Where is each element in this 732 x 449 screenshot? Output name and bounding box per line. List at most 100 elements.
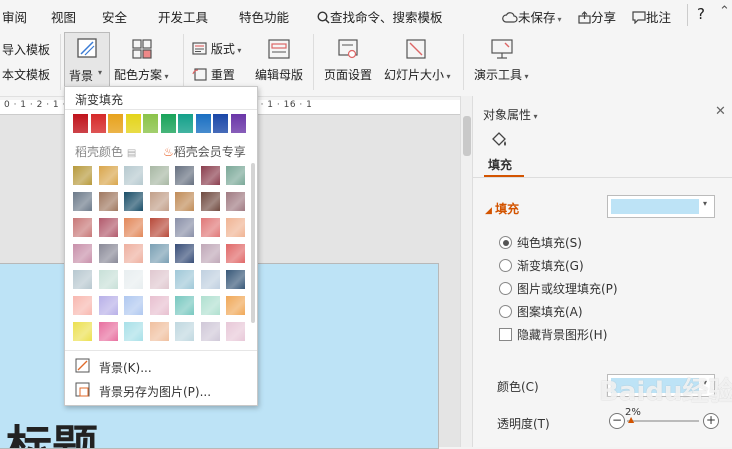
- texture-swatch[interactable]: [73, 218, 92, 237]
- radio-button[interactable]: [499, 236, 512, 249]
- texture-swatch[interactable]: [73, 270, 92, 289]
- texture-swatch[interactable]: [175, 192, 194, 211]
- panel-title[interactable]: 对象属性 ▾: [483, 106, 538, 123]
- transparency-decrease-button[interactable]: −: [609, 413, 625, 429]
- texture-swatch[interactable]: [124, 166, 143, 185]
- scrollbar-thumb[interactable]: [463, 116, 471, 156]
- menu-developer[interactable]: 开发工具: [158, 7, 208, 26]
- texture-swatch[interactable]: [175, 322, 194, 341]
- texture-swatch[interactable]: [149, 218, 169, 237]
- texture-swatch[interactable]: [200, 218, 220, 237]
- texture-swatch[interactable]: [226, 192, 245, 211]
- section-fill-header[interactable]: ◢ 填充: [485, 200, 519, 217]
- radio-button[interactable]: [499, 259, 512, 272]
- texture-swatch[interactable]: [98, 296, 118, 315]
- tab-fill[interactable]: 填充: [488, 156, 512, 173]
- texture-swatch[interactable]: [200, 166, 220, 185]
- texture-swatch[interactable]: [124, 270, 143, 289]
- texture-swatch[interactable]: [175, 244, 194, 263]
- present-tools-icon[interactable]: [490, 38, 514, 60]
- menu-item-background[interactable]: 背景(K)...: [65, 355, 257, 377]
- texture-swatch[interactable]: [226, 244, 245, 263]
- texture-swatch[interactable]: [226, 270, 245, 289]
- texture-swatch[interactable]: [200, 296, 220, 315]
- radio-button[interactable]: [499, 282, 512, 295]
- hide-bg-checkbox[interactable]: 隐藏背景图形(H): [499, 326, 607, 343]
- radio-gradient-fill[interactable]: 渐变填充(G): [499, 257, 584, 274]
- comment-button[interactable]: 批注: [632, 7, 671, 26]
- fill-bucket-icon[interactable]: [489, 130, 509, 150]
- color-scheme-button[interactable]: 配色方案 ▾: [114, 66, 169, 83]
- texture-swatch[interactable]: [124, 322, 143, 341]
- fill-color-dropdown[interactable]: ▾: [607, 195, 715, 218]
- import-template-button[interactable]: 导入模板: [2, 41, 50, 58]
- texture-swatch[interactable]: [200, 244, 220, 263]
- texture-swatch[interactable]: [98, 166, 118, 185]
- texture-swatch[interactable]: [73, 296, 92, 315]
- texture-swatch[interactable]: [226, 218, 245, 237]
- slide-size-button[interactable]: 幻灯片大小 ▾: [384, 66, 451, 83]
- texture-swatch[interactable]: [149, 322, 169, 341]
- texture-swatch[interactable]: [124, 192, 143, 211]
- close-icon[interactable]: ✕: [715, 104, 726, 119]
- texture-swatch[interactable]: [149, 244, 169, 263]
- texture-swatch[interactable]: [73, 166, 92, 185]
- background-button[interactable]: 背景 ▾: [64, 32, 110, 90]
- texture-swatch[interactable]: [200, 192, 220, 211]
- texture-swatch[interactable]: [149, 166, 169, 185]
- texture-swatch[interactable]: [175, 166, 194, 185]
- menu-review[interactable]: 审阅: [2, 7, 27, 26]
- texture-swatch[interactable]: [226, 322, 245, 341]
- texture-swatch[interactable]: [200, 270, 220, 289]
- dropdown-scrollbar[interactable]: [251, 163, 255, 323]
- texture-swatch[interactable]: [200, 322, 220, 341]
- menu-special[interactable]: 特色功能: [239, 7, 289, 26]
- texture-swatch[interactable]: [124, 296, 143, 315]
- save-status[interactable]: 未保存 ▾: [502, 7, 562, 26]
- texture-swatch[interactable]: [98, 244, 118, 263]
- texture-swatch[interactable]: [124, 218, 143, 237]
- radio-button[interactable]: [499, 305, 512, 318]
- texture-swatch[interactable]: [175, 296, 194, 315]
- page-setup-icon[interactable]: [337, 38, 359, 60]
- present-tools-button[interactable]: 演示工具 ▾: [474, 66, 529, 83]
- texture-swatch[interactable]: [175, 270, 194, 289]
- ribbon-divider: [60, 34, 61, 90]
- texture-swatch[interactable]: [73, 322, 92, 341]
- transparency-increase-button[interactable]: +: [703, 413, 719, 429]
- slide-size-icon[interactable]: [405, 38, 427, 60]
- radio-solid-fill[interactable]: 纯色填充(S): [499, 234, 582, 251]
- search-commands[interactable]: 查找命令、搜索模板: [317, 7, 443, 26]
- slide-title-fragment[interactable]: 标题: [6, 424, 98, 448]
- texture-swatch[interactable]: [98, 218, 118, 237]
- help-button[interactable]: ?: [697, 5, 705, 23]
- layout-button[interactable]: 版式 ▾: [192, 40, 241, 57]
- reset-button[interactable]: 重置: [192, 66, 235, 83]
- edit-master-button[interactable]: 编辑母版: [255, 66, 303, 83]
- collapse-ribbon-icon[interactable]: ⌃: [719, 4, 730, 19]
- menu-item-save-bg[interactable]: 背景另存为图片(P)...: [65, 379, 257, 401]
- texture-swatch[interactable]: [226, 166, 245, 185]
- texture-swatch[interactable]: [149, 296, 169, 315]
- texture-swatch[interactable]: [124, 244, 143, 263]
- radio-pattern-fill[interactable]: 图案填充(A): [499, 303, 583, 320]
- texture-swatch[interactable]: [149, 270, 169, 289]
- menu-security[interactable]: 安全: [102, 7, 127, 26]
- texture-swatch[interactable]: [98, 270, 118, 289]
- texture-swatch[interactable]: [73, 244, 92, 263]
- checkbox[interactable]: [499, 328, 512, 341]
- texture-swatch[interactable]: [98, 322, 118, 341]
- edit-master-icon[interactable]: [267, 38, 291, 60]
- page-setup-button[interactable]: 页面设置: [324, 66, 372, 83]
- texture-swatch[interactable]: [98, 192, 118, 211]
- color-scheme-icon[interactable]: [131, 38, 153, 60]
- menu-view[interactable]: 视图: [51, 7, 76, 26]
- texture-swatch[interactable]: [149, 192, 169, 211]
- share-button[interactable]: 分享: [578, 7, 616, 26]
- texture-swatch[interactable]: [175, 218, 194, 237]
- transparency-slider-track[interactable]: [627, 420, 699, 422]
- texture-swatch[interactable]: [226, 296, 245, 315]
- text-template-button[interactable]: 本文模板: [2, 66, 50, 83]
- texture-swatch[interactable]: [73, 192, 92, 211]
- radio-picture-fill[interactable]: 图片或纹理填充(P): [499, 280, 618, 297]
